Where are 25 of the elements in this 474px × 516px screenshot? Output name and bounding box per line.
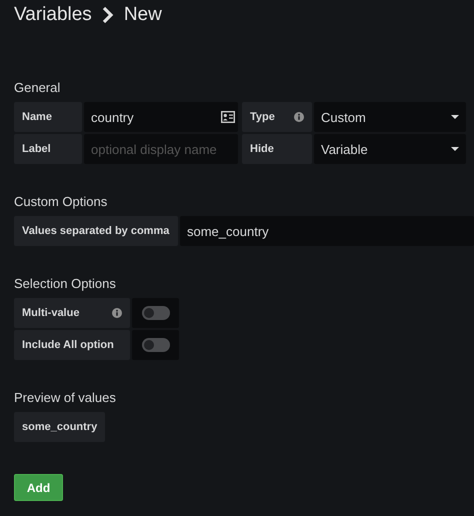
input-field[interactable]: optional display name: [84, 134, 238, 164]
dropdown[interactable]: Custom: [314, 102, 466, 132]
toggle-switch[interactable]: [142, 306, 170, 320]
dropdown[interactable]: Variable: [314, 134, 466, 164]
field-label: Name: [14, 102, 82, 132]
field-label: Type: [250, 111, 275, 123]
field-label: Multi-value: [22, 307, 80, 319]
section-heading: General: [14, 80, 62, 96]
page-title: New: [124, 4, 162, 26]
field-label: Include All option: [14, 330, 130, 360]
section-heading: Selection Options: [14, 276, 117, 292]
chevron-right-icon: [102, 6, 114, 24]
field-label: Values separated by comma: [14, 216, 178, 246]
field-label: Hide: [242, 134, 312, 164]
section-heading: Preview of values: [14, 390, 117, 406]
toggle-switch[interactable]: [142, 338, 170, 352]
caret-icon: [451, 147, 459, 151]
input-field[interactable]: some_country: [180, 216, 474, 246]
field-label: Label: [14, 134, 82, 164]
caret-icon: [451, 115, 459, 119]
section-heading: Custom Options: [14, 194, 108, 210]
breadcrumb-link[interactable]: Variables: [14, 4, 92, 26]
value-tag: some_country: [14, 412, 106, 442]
add-button[interactable]: Add: [14, 474, 63, 501]
input-field[interactable]: country: [84, 102, 238, 132]
